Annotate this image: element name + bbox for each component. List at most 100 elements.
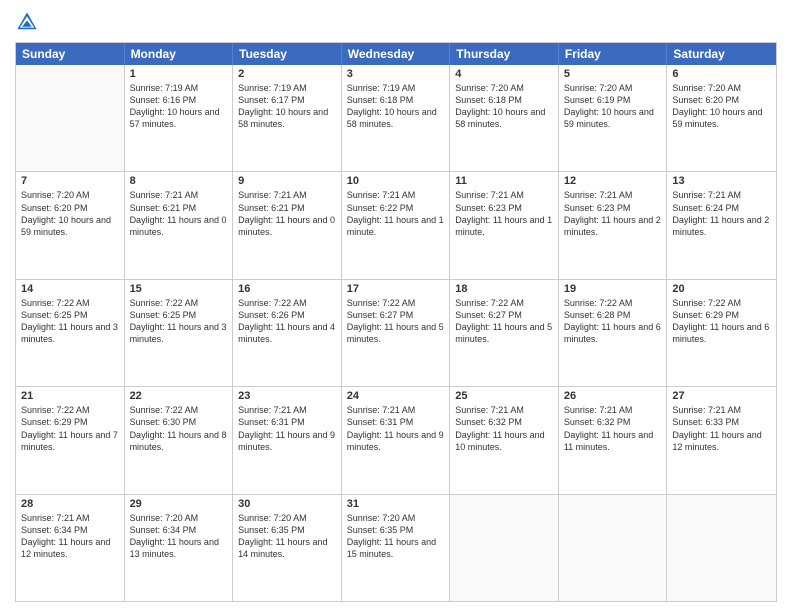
cell-info: Sunrise: 7:20 AM Sunset: 6:35 PM Dayligh… <box>347 512 445 561</box>
day-number: 3 <box>347 68 445 80</box>
calendar-header-cell: Saturday <box>667 43 776 65</box>
day-number: 12 <box>564 175 662 187</box>
calendar-cell: 8 Sunrise: 7:21 AM Sunset: 6:21 PM Daylig… <box>125 172 234 278</box>
calendar-cell: 3 Sunrise: 7:19 AM Sunset: 6:18 PM Daylig… <box>342 65 451 171</box>
cell-info: Sunrise: 7:21 AM Sunset: 6:33 PM Dayligh… <box>672 404 771 453</box>
day-number: 28 <box>21 498 119 510</box>
cell-info: Sunrise: 7:22 AM Sunset: 6:30 PM Dayligh… <box>130 404 228 453</box>
calendar-cell: 22Sunrise: 7:22 AM Sunset: 6:30 PM Dayli… <box>125 387 234 493</box>
calendar-header-cell: Thursday <box>450 43 559 65</box>
cell-info: Sunrise: 7:22 AM Sunset: 6:27 PM Dayligh… <box>455 297 553 346</box>
calendar-body: 1 Sunrise: 7:19 AM Sunset: 6:16 PM Daylig… <box>16 65 776 601</box>
cell-info: Sunrise: 7:22 AM Sunset: 6:25 PM Dayligh… <box>130 297 228 346</box>
calendar-cell: 15 Sunrise: 7:22 AM Sunset: 6:25 PM Dayli… <box>125 280 234 386</box>
calendar-cell: 26 Sunrise: 7:21 AM Sunset: 6:32 PM Dayli… <box>559 387 668 493</box>
calendar-header-cell: Sunday <box>16 43 125 65</box>
day-number: 20 <box>672 283 771 295</box>
cell-info: Sunrise: 7:20 AM Sunset: 6:18 PM Dayligh… <box>455 82 553 131</box>
calendar-cell <box>16 65 125 171</box>
calendar-cell: 29 Sunrise: 7:20 AM Sunset: 6:34 PM Dayli… <box>125 495 234 601</box>
cell-info: Sunrise: 7:21 AM Sunset: 6:23 PM Dayligh… <box>564 189 662 238</box>
calendar-cell: 10Sunrise: 7:21 AM Sunset: 6:22 PM Dayli… <box>342 172 451 278</box>
cell-info: Sunrise: 7:21 AM Sunset: 6:22 PM Dayligh… <box>347 189 445 238</box>
cell-info: Sunrise: 7:21 AM Sunset: 6:21 PM Dayligh… <box>130 189 228 238</box>
calendar-cell: 21 Sunrise: 7:22 AM Sunset: 6:29 PM Dayli… <box>16 387 125 493</box>
calendar-cell: 16Sunrise: 7:22 AM Sunset: 6:26 PM Dayli… <box>233 280 342 386</box>
cell-info: Sunrise: 7:20 AM Sunset: 6:20 PM Dayligh… <box>672 82 771 131</box>
cell-info: Sunrise: 7:21 AM Sunset: 6:23 PM Dayligh… <box>455 189 553 238</box>
day-number: 27 <box>672 390 771 402</box>
day-number: 7 <box>21 175 119 187</box>
cell-info: Sunrise: 7:21 AM Sunset: 6:24 PM Dayligh… <box>672 189 771 238</box>
day-number: 1 <box>130 68 228 80</box>
day-number: 26 <box>564 390 662 402</box>
calendar-cell: 14 Sunrise: 7:22 AM Sunset: 6:25 PM Dayli… <box>16 280 125 386</box>
calendar-cell: 23Sunrise: 7:21 AM Sunset: 6:31 PM Dayli… <box>233 387 342 493</box>
calendar-cell: 19 Sunrise: 7:22 AM Sunset: 6:28 PM Dayli… <box>559 280 668 386</box>
calendar-cell: 18 Sunrise: 7:22 AM Sunset: 6:27 PM Dayli… <box>450 280 559 386</box>
day-number: 6 <box>672 68 771 80</box>
calendar-cell: 25 Sunrise: 7:21 AM Sunset: 6:32 PM Dayli… <box>450 387 559 493</box>
calendar-cell: 24 Sunrise: 7:21 AM Sunset: 6:31 PM Dayli… <box>342 387 451 493</box>
cell-info: Sunrise: 7:19 AM Sunset: 6:17 PM Dayligh… <box>238 82 336 131</box>
calendar-cell: 31Sunrise: 7:20 AM Sunset: 6:35 PM Dayli… <box>342 495 451 601</box>
calendar-cell: 17 Sunrise: 7:22 AM Sunset: 6:27 PM Dayli… <box>342 280 451 386</box>
day-number: 11 <box>455 175 553 187</box>
cell-info: Sunrise: 7:21 AM Sunset: 6:32 PM Dayligh… <box>455 404 553 453</box>
calendar-cell: 30Sunrise: 7:20 AM Sunset: 6:35 PM Dayli… <box>233 495 342 601</box>
calendar-cell: 13 Sunrise: 7:21 AM Sunset: 6:24 PM Dayli… <box>667 172 776 278</box>
day-number: 2 <box>238 68 336 80</box>
cell-info: Sunrise: 7:19 AM Sunset: 6:16 PM Dayligh… <box>130 82 228 131</box>
day-number: 17 <box>347 283 445 295</box>
calendar-cell: 7 Sunrise: 7:20 AM Sunset: 6:20 PM Daylig… <box>16 172 125 278</box>
cell-info: Sunrise: 7:22 AM Sunset: 6:28 PM Dayligh… <box>564 297 662 346</box>
day-number: 24 <box>347 390 445 402</box>
day-number: 5 <box>564 68 662 80</box>
cell-info: Sunrise: 7:22 AM Sunset: 6:26 PM Dayligh… <box>238 297 336 346</box>
calendar-cell: 1 Sunrise: 7:19 AM Sunset: 6:16 PM Daylig… <box>125 65 234 171</box>
day-number: 23 <box>238 390 336 402</box>
cell-info: Sunrise: 7:22 AM Sunset: 6:29 PM Dayligh… <box>21 404 119 453</box>
day-number: 29 <box>130 498 228 510</box>
calendar-cell: 27 Sunrise: 7:21 AM Sunset: 6:33 PM Dayli… <box>667 387 776 493</box>
cell-info: Sunrise: 7:20 AM Sunset: 6:34 PM Dayligh… <box>130 512 228 561</box>
cell-info: Sunrise: 7:21 AM Sunset: 6:31 PM Dayligh… <box>347 404 445 453</box>
calendar-week: 28 Sunrise: 7:21 AM Sunset: 6:34 PM Dayli… <box>16 494 776 601</box>
calendar-cell: 20 Sunrise: 7:22 AM Sunset: 6:29 PM Dayli… <box>667 280 776 386</box>
cell-info: Sunrise: 7:19 AM Sunset: 6:18 PM Dayligh… <box>347 82 445 131</box>
calendar-cell: 6 Sunrise: 7:20 AM Sunset: 6:20 PM Daylig… <box>667 65 776 171</box>
day-number: 21 <box>21 390 119 402</box>
cell-info: Sunrise: 7:21 AM Sunset: 6:34 PM Dayligh… <box>21 512 119 561</box>
cell-info: Sunrise: 7:21 AM Sunset: 6:21 PM Dayligh… <box>238 189 336 238</box>
day-number: 4 <box>455 68 553 80</box>
calendar-week: 1 Sunrise: 7:19 AM Sunset: 6:16 PM Daylig… <box>16 65 776 171</box>
cell-info: Sunrise: 7:20 AM Sunset: 6:35 PM Dayligh… <box>238 512 336 561</box>
cell-info: Sunrise: 7:22 AM Sunset: 6:29 PM Dayligh… <box>672 297 771 346</box>
cell-info: Sunrise: 7:20 AM Sunset: 6:20 PM Dayligh… <box>21 189 119 238</box>
calendar-header-cell: Wednesday <box>342 43 451 65</box>
day-number: 15 <box>130 283 228 295</box>
day-number: 13 <box>672 175 771 187</box>
day-number: 25 <box>455 390 553 402</box>
calendar-cell: 11 Sunrise: 7:21 AM Sunset: 6:23 PM Dayli… <box>450 172 559 278</box>
calendar-cell <box>559 495 668 601</box>
logo <box>15 10 43 34</box>
calendar-header-cell: Monday <box>125 43 234 65</box>
header <box>15 10 777 34</box>
calendar-week: 21 Sunrise: 7:22 AM Sunset: 6:29 PM Dayli… <box>16 386 776 493</box>
cell-info: Sunrise: 7:22 AM Sunset: 6:25 PM Dayligh… <box>21 297 119 346</box>
calendar-cell: 9Sunrise: 7:21 AM Sunset: 6:21 PM Daylig… <box>233 172 342 278</box>
calendar-header-cell: Tuesday <box>233 43 342 65</box>
calendar-cell: 2 Sunrise: 7:19 AM Sunset: 6:17 PM Daylig… <box>233 65 342 171</box>
day-number: 18 <box>455 283 553 295</box>
day-number: 19 <box>564 283 662 295</box>
cell-info: Sunrise: 7:21 AM Sunset: 6:32 PM Dayligh… <box>564 404 662 453</box>
cell-info: Sunrise: 7:20 AM Sunset: 6:19 PM Dayligh… <box>564 82 662 131</box>
calendar: SundayMondayTuesdayWednesdayThursdayFrid… <box>15 42 777 602</box>
cell-info: Sunrise: 7:22 AM Sunset: 6:27 PM Dayligh… <box>347 297 445 346</box>
page: SundayMondayTuesdayWednesdayThursdayFrid… <box>0 0 792 612</box>
calendar-header: SundayMondayTuesdayWednesdayThursdayFrid… <box>16 43 776 65</box>
day-number: 8 <box>130 175 228 187</box>
calendar-week: 7 Sunrise: 7:20 AM Sunset: 6:20 PM Daylig… <box>16 171 776 278</box>
day-number: 14 <box>21 283 119 295</box>
